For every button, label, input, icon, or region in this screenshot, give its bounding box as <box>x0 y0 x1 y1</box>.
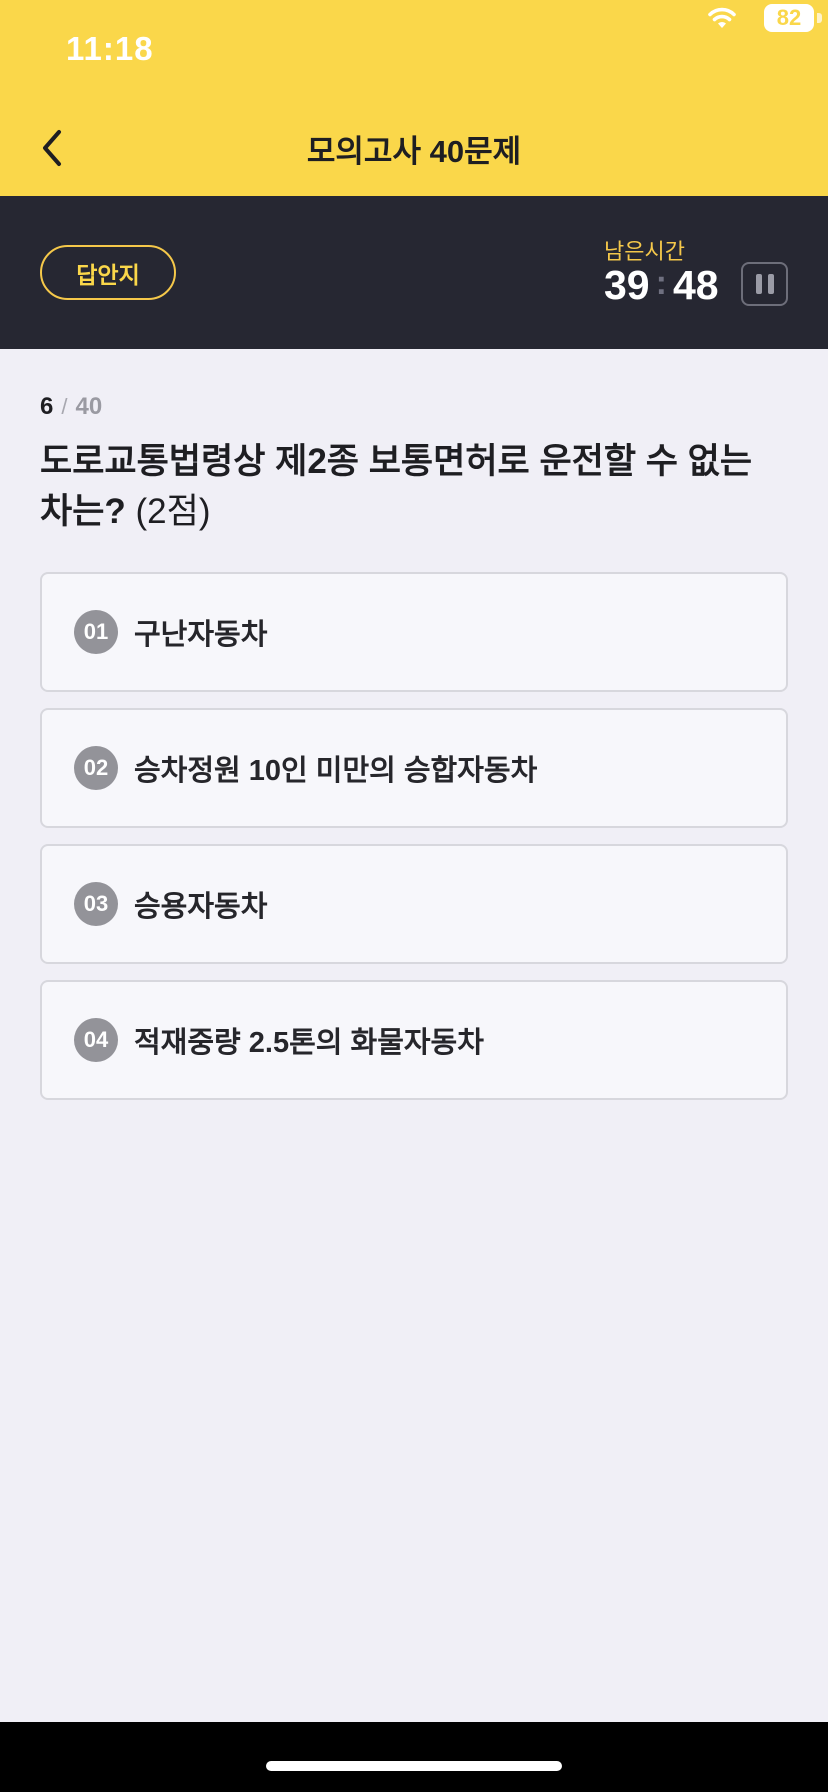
option-number-badge: 04 <box>74 1018 118 1062</box>
home-indicator[interactable] <box>266 1761 562 1771</box>
pause-icon-bar <box>767 274 774 294</box>
option-number-badge: 02 <box>74 746 118 790</box>
option-number-badge: 01 <box>74 610 118 654</box>
timer-colon: : <box>655 264 667 302</box>
question-counter: 6 / 40 <box>40 393 102 421</box>
page-title: 모의고사 40문제 <box>306 134 522 169</box>
pause-button[interactable] <box>741 262 788 306</box>
timer-seconds: 48 <box>672 262 719 308</box>
battery-icon: 82 <box>764 4 814 32</box>
timer-minutes: 39 <box>604 262 650 308</box>
status-time: 11:18 <box>66 30 154 67</box>
answer-sheet-button[interactable]: 답안지 <box>40 245 176 300</box>
option-label: 승용자동차 <box>134 891 268 923</box>
question-total: 40 <box>75 393 103 420</box>
question-points: (2점) <box>135 492 211 531</box>
remaining-time: 39 : 48 <box>604 262 719 309</box>
option-number-badge: 03 <box>74 882 118 926</box>
option-label: 적재중량 2.5톤의 화물자동차 <box>134 1027 484 1059</box>
option-2[interactable]: 02 승차정원 10인 미만의 승합자동차 <box>40 708 788 828</box>
wifi-icon <box>708 7 736 28</box>
option-label: 승차정원 10인 미만의 승합자동차 <box>134 755 538 787</box>
battery-level: 82 <box>776 5 802 30</box>
option-1[interactable]: 01 구난자동차 <box>40 572 788 692</box>
status-bar: 11:18 82 <box>0 0 828 100</box>
question-separator: / <box>61 394 68 419</box>
option-4[interactable]: 04 적재중량 2.5톤의 화물자동차 <box>40 980 788 1100</box>
question-current: 6 <box>40 393 54 420</box>
home-indicator-area <box>0 1722 828 1792</box>
option-3[interactable]: 03 승용자동차 <box>40 844 788 964</box>
battery-tip <box>817 13 822 23</box>
pause-icon <box>755 274 762 294</box>
question-text: 도로교통법령상 제2종 보통면허로 운전할 수 없는 차는? (2점) <box>40 437 790 537</box>
nav-bar: 모의고사 40문제 <box>0 100 828 196</box>
option-label: 구난자동차 <box>134 619 268 651</box>
timer-bar: 답안지 남은시간 39 : 48 <box>0 196 828 349</box>
